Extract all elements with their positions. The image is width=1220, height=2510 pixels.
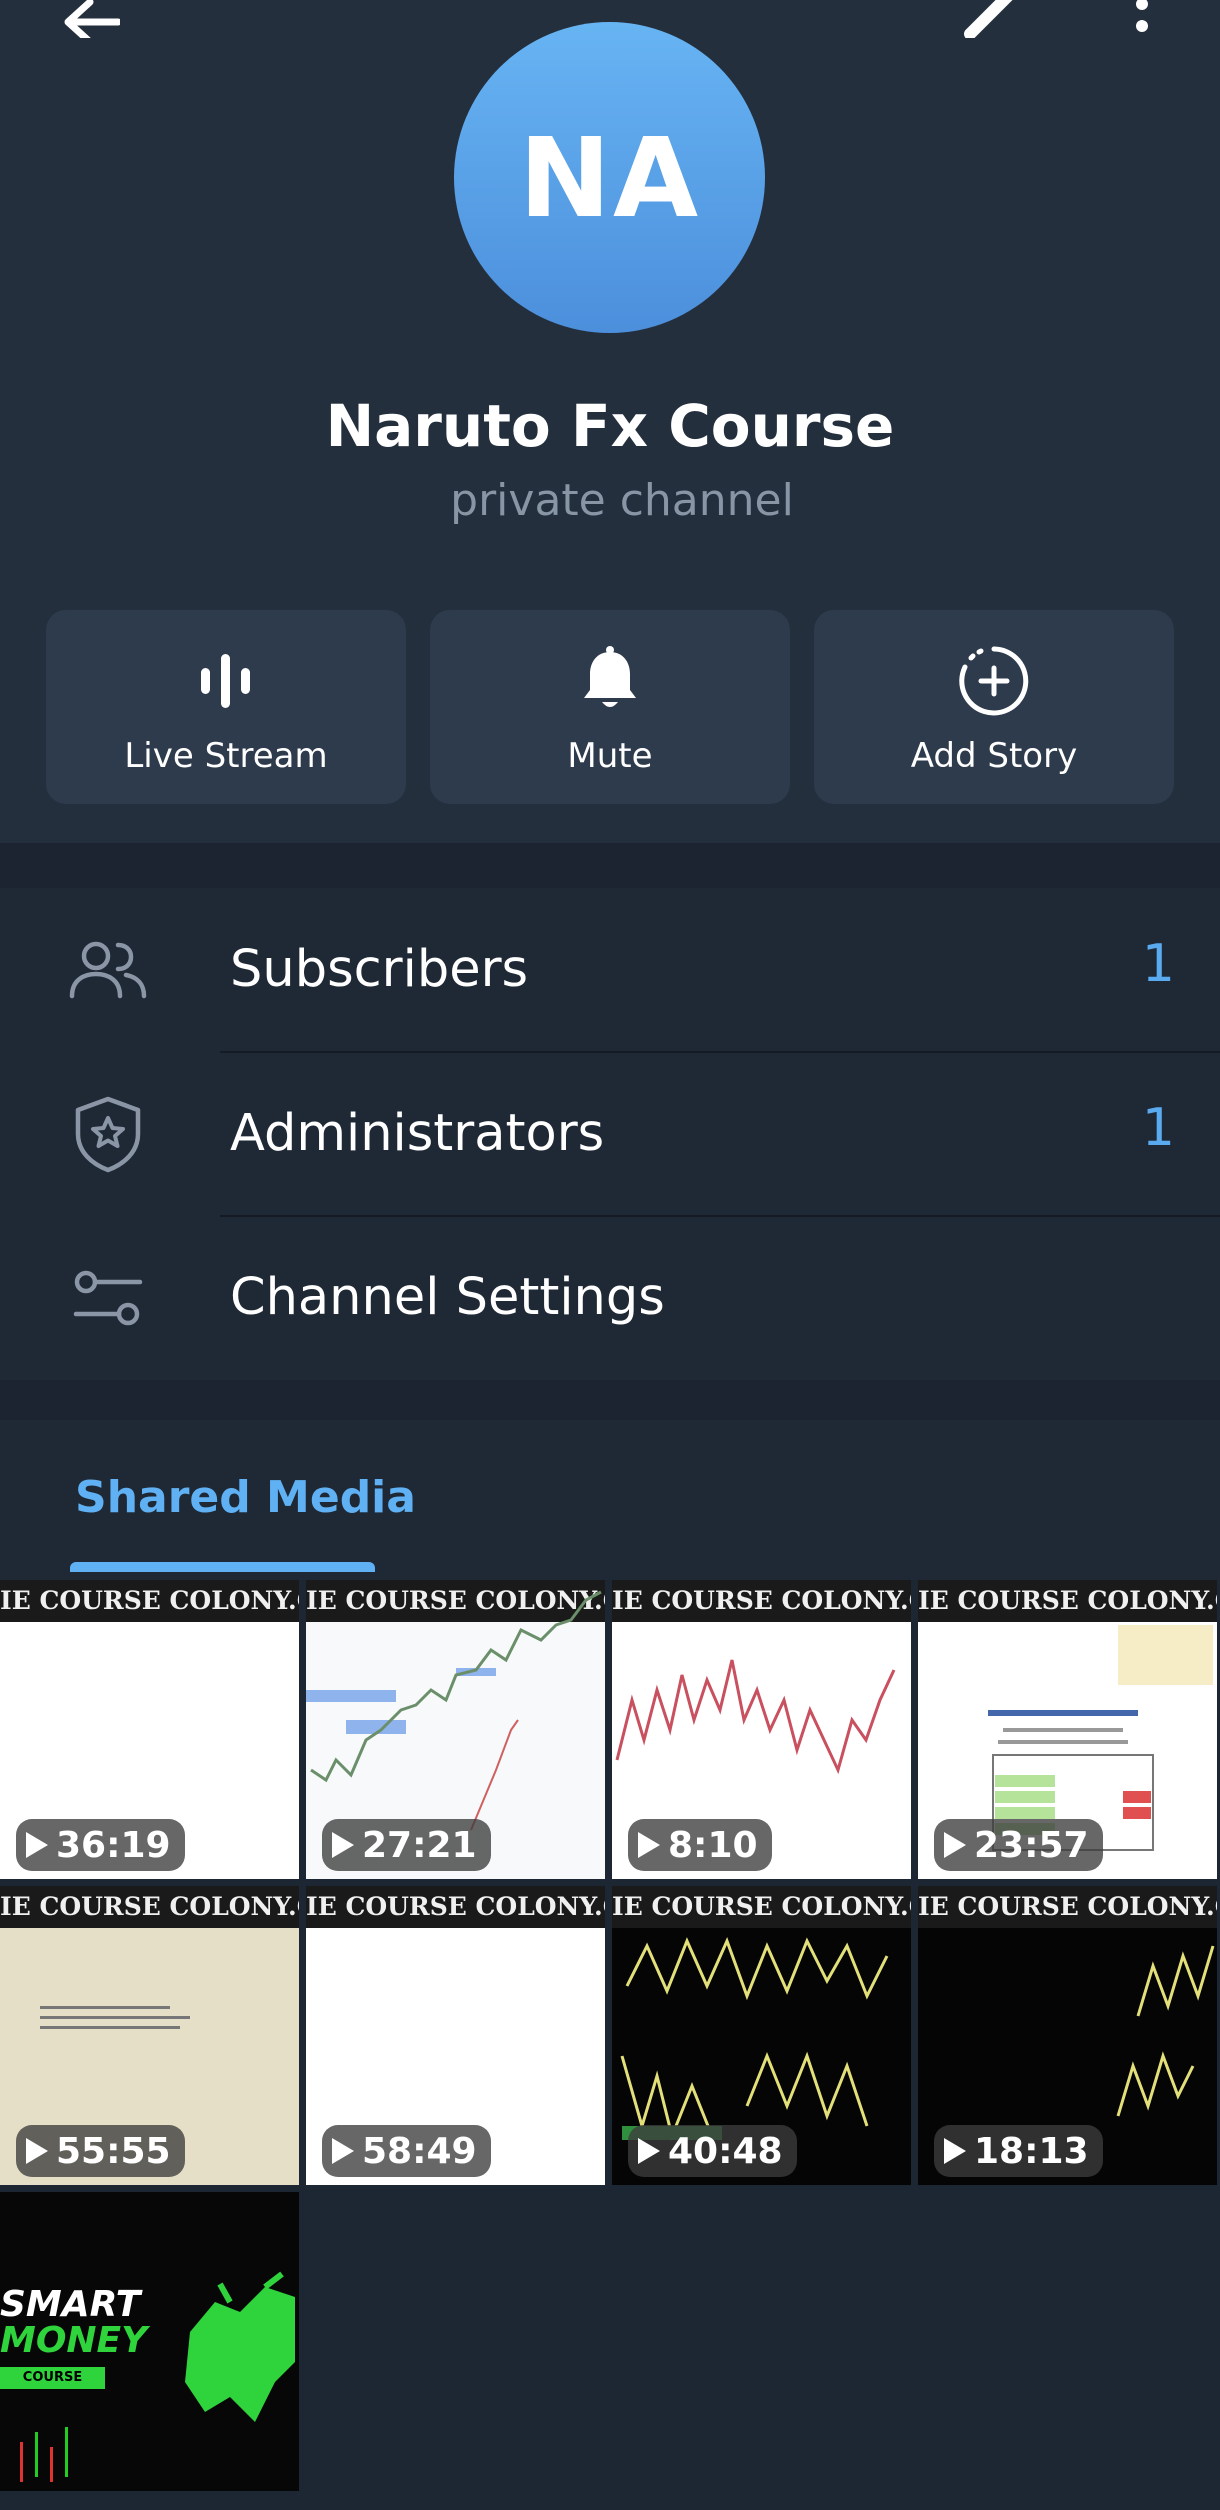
media-item-video[interactable]: IE COURSE COLONY.COI 40:48 — [612, 1886, 911, 2185]
video-duration: 36:19 — [16, 1819, 185, 1871]
mute-button[interactable]: Mute — [430, 610, 790, 804]
video-duration: 8:10 — [628, 1819, 772, 1871]
media-item-video[interactable]: IE COURSE COLONY.COI 27:21 — [306, 1580, 605, 1879]
channel-header: NA Naruto Fx Course private channel Live… — [0, 0, 1220, 843]
subscribers-label: Subscribers — [230, 940, 529, 999]
channel-name: Naruto Fx Course — [325, 392, 895, 460]
live-stream-label: Live Stream — [124, 736, 328, 776]
media-item-video[interactable]: IE COURSE COLONY.COI 58:49 — [306, 1886, 605, 2185]
media-grid: IE COURSE COLONY.COI 36:19 IE COURSE COL… — [0, 1580, 1220, 2510]
play-icon — [332, 2138, 354, 2164]
edit-button[interactable] — [935, 0, 1035, 58]
administrators-count: 1 — [1141, 1098, 1175, 1158]
add-story-button[interactable]: Add Story — [814, 610, 1174, 804]
administrators-row[interactable]: Administrators 1 — [0, 1052, 1220, 1216]
duration-text: 18:13 — [974, 2130, 1089, 2172]
play-icon — [638, 1832, 660, 1858]
settings-sliders-icon — [73, 1270, 143, 1326]
channel-subtitle: private channel — [450, 475, 794, 526]
duration-text: 40:48 — [668, 2130, 783, 2172]
administrators-label: Administrators — [230, 1104, 605, 1163]
duration-text: 58:49 — [362, 2130, 477, 2172]
video-duration: 18:13 — [934, 2125, 1103, 2177]
video-duration: 58:49 — [322, 2125, 491, 2177]
subscribers-count: 1 — [1141, 934, 1175, 994]
promo-line1: SMART — [0, 2284, 141, 2325]
play-icon — [26, 1832, 48, 1858]
play-icon — [944, 2138, 966, 2164]
duration-text: 55:55 — [56, 2130, 171, 2172]
media-item-video[interactable]: IE COURSE COLONY.COI 23:57 — [918, 1580, 1217, 1879]
promo-badge: COURSE — [0, 2367, 105, 2389]
video-duration: 40:48 — [628, 2125, 797, 2177]
section-gap — [0, 1380, 1220, 1420]
play-icon — [638, 2138, 660, 2164]
duration-text: 36:19 — [56, 1824, 171, 1866]
media-item-video[interactable]: IE COURSE COLONY.COI 55:55 — [0, 1886, 299, 2185]
mute-label: Mute — [567, 736, 653, 776]
pencil-icon — [964, 0, 1013, 38]
shield-star-icon — [75, 1096, 141, 1173]
duration-text: 8:10 — [668, 1824, 758, 1866]
duration-text: 23:57 — [974, 1824, 1089, 1866]
video-duration: 27:21 — [322, 1819, 491, 1871]
thumbnail-watermark: IE COURSE COLONY.COI — [306, 1886, 605, 1928]
more-button[interactable] — [1092, 0, 1192, 58]
tab-shared-media[interactable]: Shared Media — [75, 1472, 416, 1523]
section-gap — [0, 843, 1220, 888]
shared-media-section: Shared Media IE COURSE COLONY.COI 36:19 … — [0, 1420, 1220, 2510]
duration-text: 27:21 — [362, 1824, 477, 1866]
add-story-icon — [959, 646, 1029, 716]
live-stream-icon — [201, 654, 250, 708]
play-icon — [332, 1832, 354, 1858]
video-duration: 55:55 — [16, 2125, 185, 2177]
promo-title: SMART MONEY — [0, 2287, 147, 2359]
more-vertical-icon — [1136, 0, 1148, 32]
media-item-video[interactable]: IE COURSE COLONY.COI 18:13 — [918, 1886, 1217, 2185]
subscribers-row[interactable]: Subscribers 1 — [0, 888, 1220, 1052]
tab-indicator — [70, 1562, 375, 1572]
media-item-video[interactable]: IE COURSE COLONY.COI 36:19 — [0, 1580, 299, 1879]
people-icon — [69, 941, 147, 999]
arrow-left-icon — [64, 0, 120, 38]
back-button[interactable] — [40, 0, 140, 58]
media-item-image[interactable]: SMART MONEY COURSE — [0, 2192, 299, 2491]
channel-info-list: Subscribers 1 Administrators 1 Channel S… — [0, 888, 1220, 1380]
video-duration: 23:57 — [934, 1819, 1103, 1871]
channel-settings-row[interactable]: Channel Settings — [0, 1216, 1220, 1380]
channel-settings-label: Channel Settings — [230, 1268, 665, 1327]
play-icon — [944, 1832, 966, 1858]
live-stream-button[interactable]: Live Stream — [46, 610, 406, 804]
bell-icon — [584, 646, 636, 707]
channel-avatar[interactable]: NA — [454, 22, 765, 333]
media-item-video[interactable]: IE COURSE COLONY.COI 8:10 — [612, 1580, 911, 1879]
thumbnail-watermark: IE COURSE COLONY.COI — [0, 1580, 299, 1622]
promo-line2: MONEY — [0, 2320, 148, 2361]
add-story-label: Add Story — [910, 736, 1078, 776]
play-icon — [26, 2138, 48, 2164]
